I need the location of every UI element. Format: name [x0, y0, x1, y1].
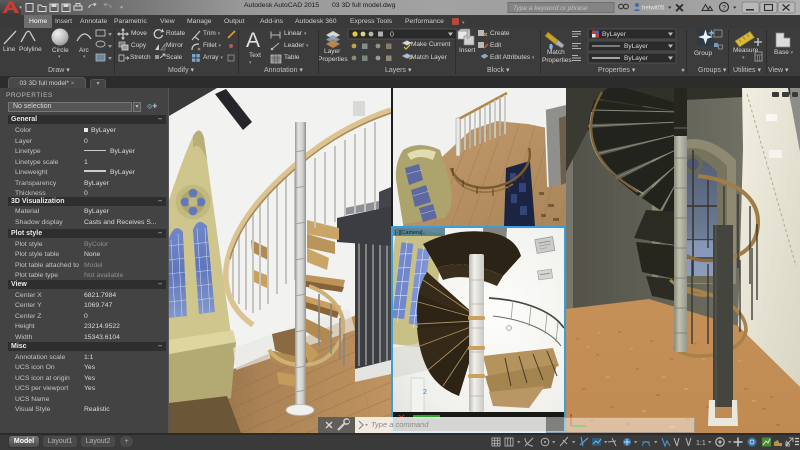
- svg-text:Type a keyword or phrase: Type a keyword or phrase: [513, 5, 588, 12]
- svg-text:0: 0: [390, 32, 394, 39]
- svg-text:A: A: [246, 29, 260, 52]
- svg-text:1:1: 1:1: [696, 440, 706, 447]
- svg-text:?: ?: [722, 5, 726, 12]
- svg-text:[-][Camera]..: [-][Camera]..: [395, 230, 426, 236]
- svg-text:hetwit05: hetwit05: [642, 6, 665, 12]
- svg-text:2: 2: [423, 389, 427, 396]
